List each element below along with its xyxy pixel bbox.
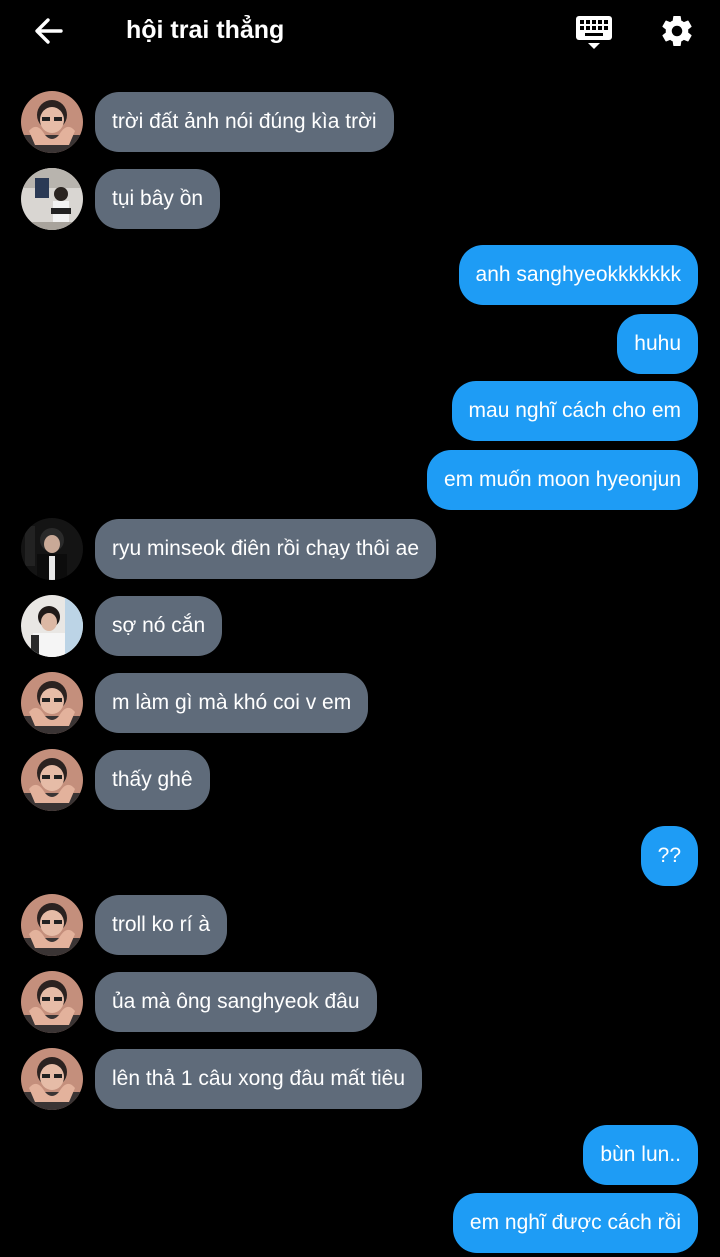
avatar-heart-hands[interactable] — [21, 749, 83, 811]
message-bubble-outgoing[interactable]: huhu — [617, 314, 698, 374]
settings-button[interactable] — [656, 10, 698, 52]
avatar-heart-hands[interactable] — [21, 91, 83, 153]
keyboard-icon — [576, 16, 612, 49]
message-bubble-incoming[interactable]: lên thả 1 câu xong đâu mất tiêu — [95, 1049, 423, 1109]
avatar-heart-hands[interactable] — [21, 1048, 83, 1110]
avatar-heart-hands[interactable] — [21, 672, 83, 734]
message-bubble-outgoing[interactable]: mau nghĩ cách cho em — [451, 381, 698, 441]
message-bubble-incoming[interactable]: sợ nó cắn — [95, 596, 223, 656]
message-bubble-outgoing[interactable]: em muốn moon hyeonjun — [427, 450, 698, 510]
avatar-man-white[interactable] — [21, 595, 83, 657]
chat-header: hội trai thẳng — [0, 0, 720, 62]
message-bubble-incoming[interactable]: thấy ghê — [95, 750, 210, 810]
conversation-title: hội trai thẳng — [126, 16, 285, 44]
avatar-f1-store[interactable] — [21, 168, 83, 230]
message-bubble-outgoing[interactable]: em nghĩ được cách rồi — [452, 1193, 698, 1253]
message-bubble-outgoing[interactable]: ?? — [640, 826, 698, 886]
avatar-heart-hands[interactable] — [21, 894, 83, 956]
message-bubble-outgoing[interactable]: anh sanghyeokkkkkkk — [458, 245, 698, 305]
gear-icon — [662, 16, 692, 46]
message-bubble-outgoing[interactable]: bùn lun.. — [583, 1125, 698, 1185]
avatar-dark-jacket[interactable] — [21, 518, 83, 580]
avatar-heart-hands[interactable] — [21, 971, 83, 1033]
message-bubble-incoming[interactable]: ủa mà ông sanghyeok đâu — [95, 972, 377, 1032]
message-bubble-incoming[interactable]: m làm gì mà khó coi v em — [95, 673, 369, 733]
message-bubble-incoming[interactable]: tụi bây ồn — [95, 169, 221, 229]
arrow-left-icon — [35, 18, 63, 44]
back-button[interactable] — [30, 12, 68, 50]
message-bubble-incoming[interactable]: troll ko rí à — [95, 895, 228, 955]
message-bubble-incoming[interactable]: ryu minseok điên rồi chạy thôi ae — [95, 519, 436, 579]
message-bubble-incoming[interactable]: trời đất ảnh nói đúng kìa trời — [95, 92, 394, 152]
keyboard-button[interactable] — [572, 12, 616, 52]
